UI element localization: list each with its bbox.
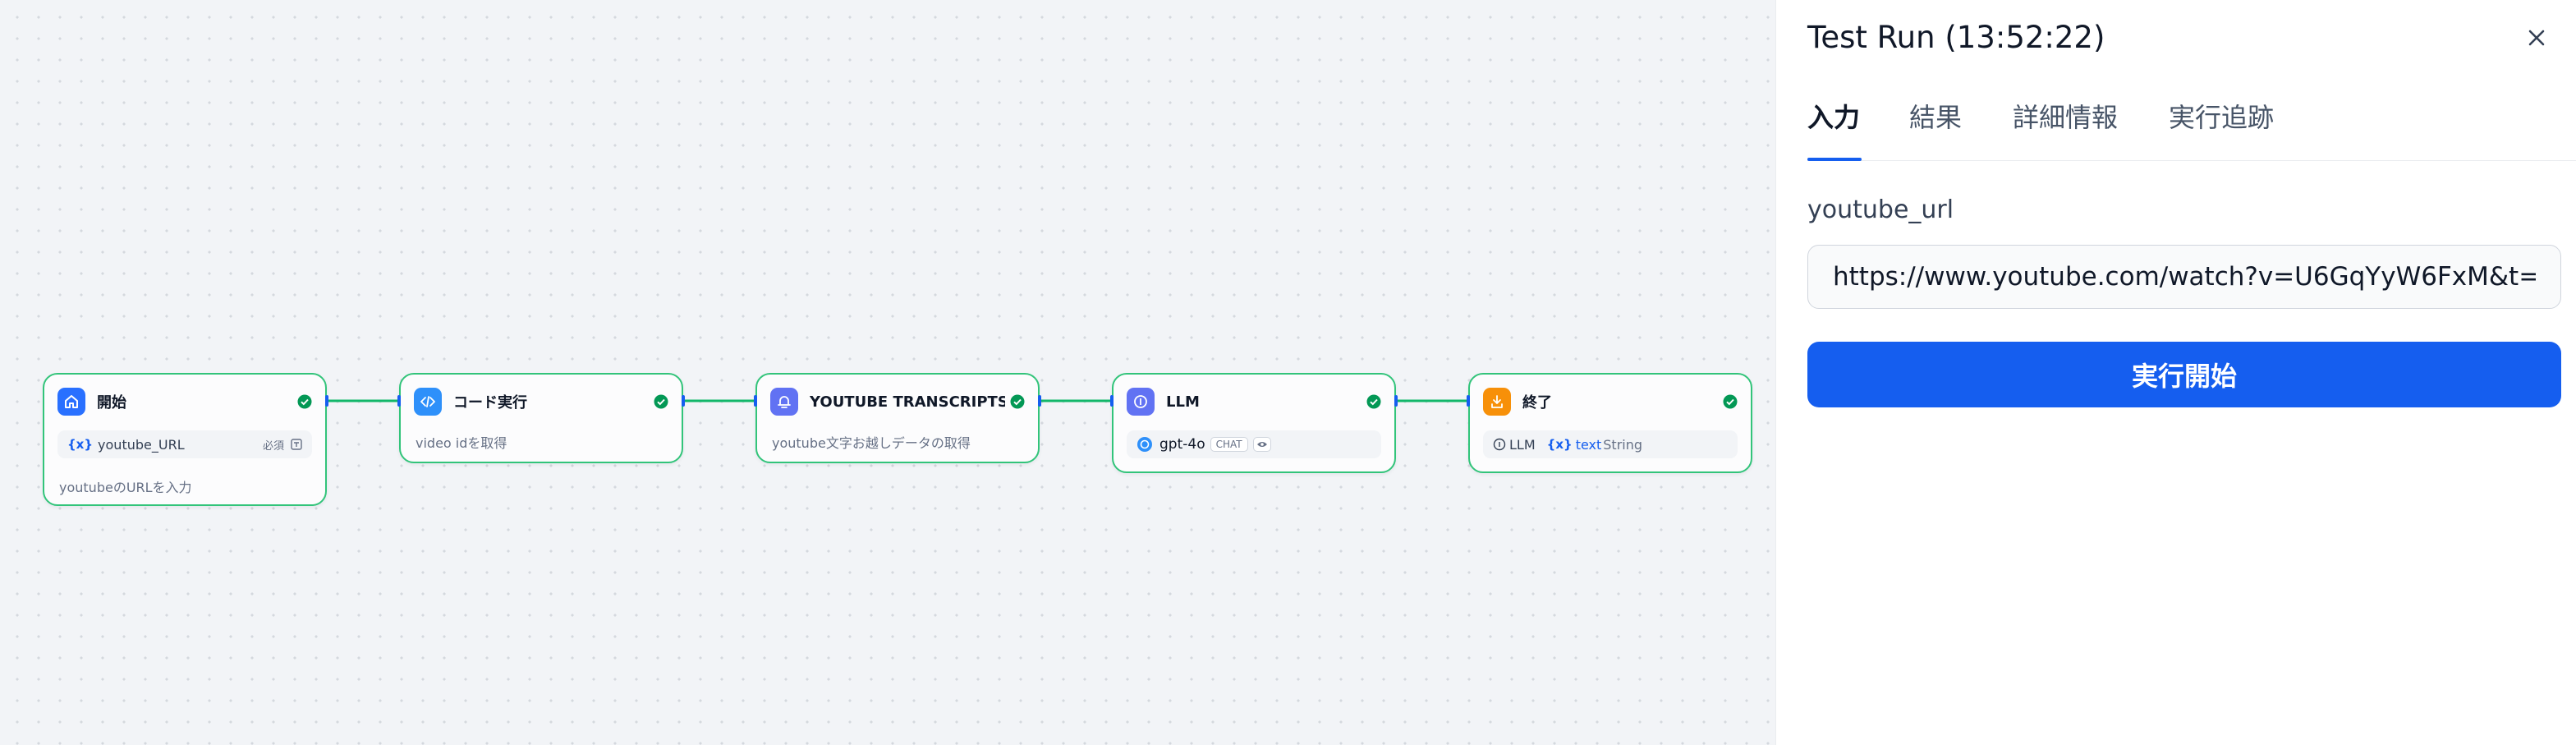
node-title: 開始 xyxy=(97,394,126,412)
node-title: YOUTUBE TRANSCRIPTS API xyxy=(810,393,1005,411)
tab-trace[interactable]: 実行追跡 xyxy=(2169,97,2274,135)
target-handle[interactable] xyxy=(1110,395,1114,407)
end-flag-icon xyxy=(1483,388,1511,416)
node-description: youtube文字お越しデータの取得 xyxy=(772,435,971,451)
active-tab-indicator xyxy=(1807,158,1862,161)
variable-icon: {x} xyxy=(67,437,94,452)
node-title: コード実行 xyxy=(453,394,527,412)
close-icon[interactable] xyxy=(2525,26,2548,49)
tab-details[interactable]: 詳細情報 xyxy=(2013,97,2118,135)
llm-small-icon xyxy=(1493,438,1506,451)
source-handle[interactable] xyxy=(1394,395,1398,407)
source-handle[interactable] xyxy=(1038,395,1041,407)
panel-tabs: 入力 結果 詳細情報 実行追跡 xyxy=(1807,82,2576,161)
start-variable-row: {x} youtube_URL 必須 xyxy=(57,430,312,458)
node-youtube-transcripts-api[interactable]: YOUTUBE TRANSCRIPTS API youtube文字お越しデータの… xyxy=(755,373,1040,463)
node-start[interactable]: 開始 {x} youtube_URL 必須 youtubeのURLを入力 xyxy=(43,373,327,506)
source-handle[interactable] xyxy=(682,395,685,407)
check-circle-icon xyxy=(1723,394,1738,409)
api-tool-icon xyxy=(770,388,798,416)
variable-icon: {x} xyxy=(1546,437,1573,452)
llm-model-row: gpt-4o CHAT xyxy=(1127,430,1381,458)
tab-result[interactable]: 結果 xyxy=(1909,97,1962,135)
source-node-name: LLM xyxy=(1509,436,1536,453)
target-handle[interactable] xyxy=(397,395,401,407)
model-name: gpt-4o xyxy=(1159,436,1205,453)
youtube-url-input[interactable] xyxy=(1807,245,2561,309)
text-input-icon xyxy=(291,439,302,450)
node-llm[interactable]: LLM gpt-4o CHAT xyxy=(1112,373,1396,473)
check-circle-icon xyxy=(1366,394,1381,409)
required-label: 必須 xyxy=(262,439,284,453)
workflow-canvas[interactable]: 開始 {x} youtube_URL 必須 youtubeのURLを入力 コード… xyxy=(0,0,1775,745)
run-button[interactable]: 実行開始 xyxy=(1807,342,2561,407)
eye-icon xyxy=(1252,437,1271,452)
node-title: 終了 xyxy=(1522,394,1552,412)
check-circle-icon xyxy=(654,394,668,409)
source-handle[interactable] xyxy=(325,395,328,407)
llm-icon xyxy=(1127,388,1155,416)
node-end[interactable]: 終了 LLM {x} text String xyxy=(1468,373,1752,473)
model-mode-badge: CHAT xyxy=(1210,437,1248,452)
node-title: LLM xyxy=(1166,393,1200,411)
node-description: video idを取得 xyxy=(416,435,507,451)
variable-type: String xyxy=(1603,436,1643,453)
variable-name: youtube_URL xyxy=(98,436,185,453)
target-handle[interactable] xyxy=(1467,395,1470,407)
variable-name: text xyxy=(1575,436,1602,453)
code-icon xyxy=(414,388,442,416)
node-code[interactable]: コード実行 video idを取得 xyxy=(399,373,683,463)
field-label: youtube_url xyxy=(1807,195,1954,224)
end-output-row: LLM {x} text String xyxy=(1483,430,1738,458)
tab-input[interactable]: 入力 xyxy=(1807,97,1860,135)
openai-icon xyxy=(1137,437,1152,452)
node-description: youtubeのURLを入力 xyxy=(59,480,192,495)
panel-title: Test Run (13:52:22) xyxy=(1807,20,2105,55)
home-icon xyxy=(57,388,85,416)
test-run-panel: Test Run (13:52:22) 入力 結果 詳細情報 実行追跡 yout… xyxy=(1775,0,2576,745)
target-handle[interactable] xyxy=(754,395,757,407)
check-circle-icon xyxy=(297,394,312,409)
check-circle-icon xyxy=(1010,394,1025,409)
